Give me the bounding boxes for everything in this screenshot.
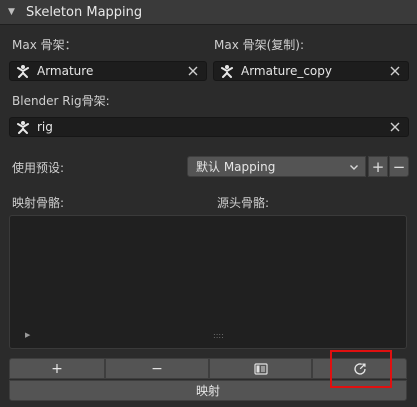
blender-rig-field[interactable]: rig xyxy=(9,117,409,137)
add-preset-button[interactable]: + xyxy=(368,156,388,177)
max-skeleton-copy-value: Armature_copy xyxy=(241,64,332,78)
preset-label: 使用预设: xyxy=(12,161,65,175)
clear-icon[interactable] xyxy=(186,64,200,78)
armature-icon xyxy=(221,65,233,78)
highlight-box xyxy=(330,350,392,388)
remove-preset-button[interactable]: − xyxy=(389,156,409,177)
blender-rig-label: Blender Rig骨架: xyxy=(12,94,110,108)
mapped-bones-label: 映射骨骼: xyxy=(12,196,65,210)
source-bones-label: 源头骨骼: xyxy=(217,196,270,210)
armature-icon xyxy=(17,121,29,134)
list-view-button[interactable] xyxy=(209,358,312,379)
clear-icon[interactable] xyxy=(388,64,402,78)
remove-item-button[interactable]: − xyxy=(105,358,209,379)
armature-icon xyxy=(17,65,29,78)
clear-icon[interactable] xyxy=(388,120,402,134)
bone-mapping-list[interactable]: ▶ :::: xyxy=(9,215,407,349)
panel-header[interactable]: ▼ Skeleton Mapping xyxy=(0,0,417,25)
expand-triangle-icon[interactable]: ▶ xyxy=(25,331,30,339)
preset-dropdown[interactable]: 默认 Mapping xyxy=(187,156,366,177)
max-skeleton-value: Armature xyxy=(37,64,94,78)
add-item-button[interactable]: + xyxy=(9,358,105,379)
blender-rig-value: rig xyxy=(37,120,53,134)
resize-grip[interactable]: :::: xyxy=(213,331,224,340)
max-skeleton-label: Max 骨架： xyxy=(12,38,77,52)
chevron-down-icon xyxy=(350,164,358,170)
max-skeleton-copy-label: Max 骨架(复制): xyxy=(214,38,305,52)
panel-list-icon xyxy=(253,362,268,375)
max-skeleton-copy-field[interactable]: Armature_copy xyxy=(213,61,409,81)
preset-value: 默认 Mapping xyxy=(196,160,276,174)
collapse-triangle-icon[interactable]: ▼ xyxy=(8,7,22,17)
panel-title: Skeleton Mapping xyxy=(26,4,143,20)
max-skeleton-field[interactable]: Armature xyxy=(9,61,207,81)
